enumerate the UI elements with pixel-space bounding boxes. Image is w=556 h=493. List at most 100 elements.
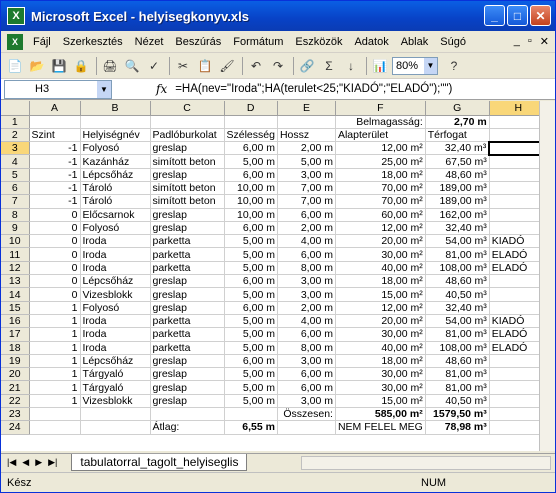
- cell[interactable]: NEM FELEL MEG: [335, 420, 426, 435]
- cut-icon[interactable]: ✂: [173, 56, 193, 76]
- cell[interactable]: 6,00 m: [277, 327, 336, 342]
- sheet-tab[interactable]: tabulatorral_tagolt_helyiseglis: [71, 454, 248, 471]
- cell[interactable]: 585,00 m²: [335, 407, 426, 422]
- cell[interactable]: Iroda: [80, 327, 151, 342]
- cell[interactable]: 81,00 m³: [425, 327, 490, 342]
- cell[interactable]: 32,40 m³: [425, 221, 490, 236]
- cell[interactable]: 1: [29, 314, 81, 329]
- cell[interactable]: 0: [29, 247, 81, 262]
- cell[interactable]: -1: [29, 154, 81, 169]
- row-header[interactable]: 5: [1, 168, 30, 182]
- cell[interactable]: 40,00 m²: [335, 261, 426, 276]
- cell[interactable]: Térfogat: [425, 128, 490, 143]
- cell[interactable]: 48,60 m³: [425, 354, 490, 369]
- menu-item[interactable]: Eszközök: [289, 36, 348, 48]
- column-header[interactable]: F: [335, 101, 426, 116]
- cell[interactable]: 6,00 m: [224, 274, 278, 289]
- cell[interactable]: parketta: [150, 234, 225, 249]
- row-header[interactable]: 12: [1, 261, 30, 276]
- cell[interactable]: 67,50 m³: [425, 154, 490, 169]
- menu-item[interactable]: Ablak: [395, 36, 435, 48]
- cell[interactable]: parketta: [150, 341, 225, 355]
- cell[interactable]: 40,00 m²: [335, 341, 426, 355]
- open-icon[interactable]: 📂: [27, 56, 47, 76]
- cell[interactable]: 54,00 m³: [425, 314, 490, 329]
- cell[interactable]: 40,50 m³: [425, 287, 490, 302]
- cell[interactable]: 0: [29, 221, 81, 236]
- cell[interactable]: 5,00 m: [224, 287, 278, 302]
- menu-item[interactable]: Fájl: [27, 36, 57, 48]
- cell[interactable]: Lépcsőház: [80, 354, 151, 369]
- cell[interactable]: 108,00 m³: [425, 341, 490, 355]
- cell[interactable]: 25,00 m²: [335, 154, 426, 169]
- cell[interactable]: simított beton: [150, 154, 225, 169]
- column-header[interactable]: G: [425, 101, 490, 116]
- cell[interactable]: 30,00 m²: [335, 380, 426, 395]
- cell[interactable]: -1: [29, 194, 81, 209]
- cell[interactable]: 5,00 m: [224, 367, 278, 382]
- cell[interactable]: 15,00 m²: [335, 287, 426, 302]
- row-header[interactable]: 21: [1, 380, 30, 395]
- row-header[interactable]: 13: [1, 274, 30, 289]
- cell[interactable]: 0: [29, 287, 81, 302]
- minimize-button[interactable]: _: [484, 5, 505, 26]
- cell[interactable]: greslap: [150, 367, 225, 382]
- cell[interactable]: 5,00 m: [224, 394, 278, 409]
- cell[interactable]: 5,00 m: [224, 341, 278, 355]
- fx-icon[interactable]: fx: [156, 82, 167, 96]
- cell[interactable]: parketta: [150, 314, 225, 329]
- cell[interactable]: 189,00 m³: [425, 181, 490, 196]
- horizontal-scrollbar[interactable]: [301, 456, 551, 470]
- cell[interactable]: -1: [29, 168, 81, 182]
- zoom-select[interactable]: 80% ▼: [392, 56, 438, 75]
- cell[interactable]: [80, 407, 151, 422]
- cell[interactable]: 6,00 m: [224, 354, 278, 369]
- cell[interactable]: [29, 115, 81, 129]
- cell[interactable]: 30,00 m²: [335, 247, 426, 262]
- chart-icon[interactable]: 📊: [370, 56, 390, 76]
- cell[interactable]: Iroda: [80, 314, 151, 329]
- cell[interactable]: greslap: [150, 208, 225, 222]
- cell[interactable]: 6,00 m: [224, 301, 278, 315]
- menu-item[interactable]: Adatok: [348, 36, 394, 48]
- cell[interactable]: 1: [29, 341, 81, 355]
- cell[interactable]: [29, 420, 81, 435]
- cell[interactable]: Szélesség: [224, 128, 278, 143]
- row-header[interactable]: 20: [1, 367, 30, 382]
- sort-icon[interactable]: ↓: [341, 56, 361, 76]
- cell[interactable]: 78,98 m³: [425, 420, 490, 435]
- column-header[interactable]: C: [150, 101, 225, 116]
- cell[interactable]: 3,00 m: [277, 354, 336, 369]
- row-header[interactable]: 22: [1, 394, 30, 409]
- cell[interactable]: greslap: [150, 287, 225, 302]
- row-header[interactable]: 10: [1, 234, 30, 249]
- cell[interactable]: 2,00 m: [277, 221, 336, 236]
- cell[interactable]: 6,00 m: [277, 380, 336, 395]
- cell[interactable]: Iroda: [80, 261, 151, 276]
- menu-item[interactable]: Beszúrás: [169, 36, 227, 48]
- cell[interactable]: Lépcsőház: [80, 274, 151, 289]
- cell[interactable]: 162,00 m³: [425, 208, 490, 222]
- cell[interactable]: 108,00 m³: [425, 261, 490, 276]
- cell[interactable]: 6,00 m: [224, 141, 278, 156]
- column-header[interactable]: A: [29, 101, 81, 116]
- cell[interactable]: 6,00 m: [224, 221, 278, 236]
- cell[interactable]: Alapterület: [335, 128, 426, 143]
- cell[interactable]: 3,00 m: [277, 274, 336, 289]
- column-header[interactable]: E: [277, 101, 336, 116]
- cell[interactable]: Tároló: [80, 181, 151, 196]
- cell[interactable]: Iroda: [80, 341, 151, 355]
- spreadsheet-grid[interactable]: ABCDEFGH 1 Belmagasság: 2,70 m 2 Szint Helyis…: [1, 101, 555, 451]
- cell[interactable]: 12,00 m²: [335, 141, 426, 156]
- cell[interactable]: [80, 420, 151, 435]
- cell[interactable]: 48,60 m³: [425, 274, 490, 289]
- cell[interactable]: 81,00 m³: [425, 367, 490, 382]
- row-header[interactable]: 19: [1, 354, 30, 369]
- cell[interactable]: greslap: [150, 394, 225, 409]
- cell[interactable]: Folyosó: [80, 221, 151, 236]
- cell[interactable]: 5,00 m: [224, 234, 278, 249]
- cell[interactable]: 7,00 m: [277, 181, 336, 196]
- print-icon[interactable]: 🖨: [100, 56, 120, 76]
- cell[interactable]: 70,00 m²: [335, 194, 426, 209]
- cell[interactable]: greslap: [150, 141, 225, 156]
